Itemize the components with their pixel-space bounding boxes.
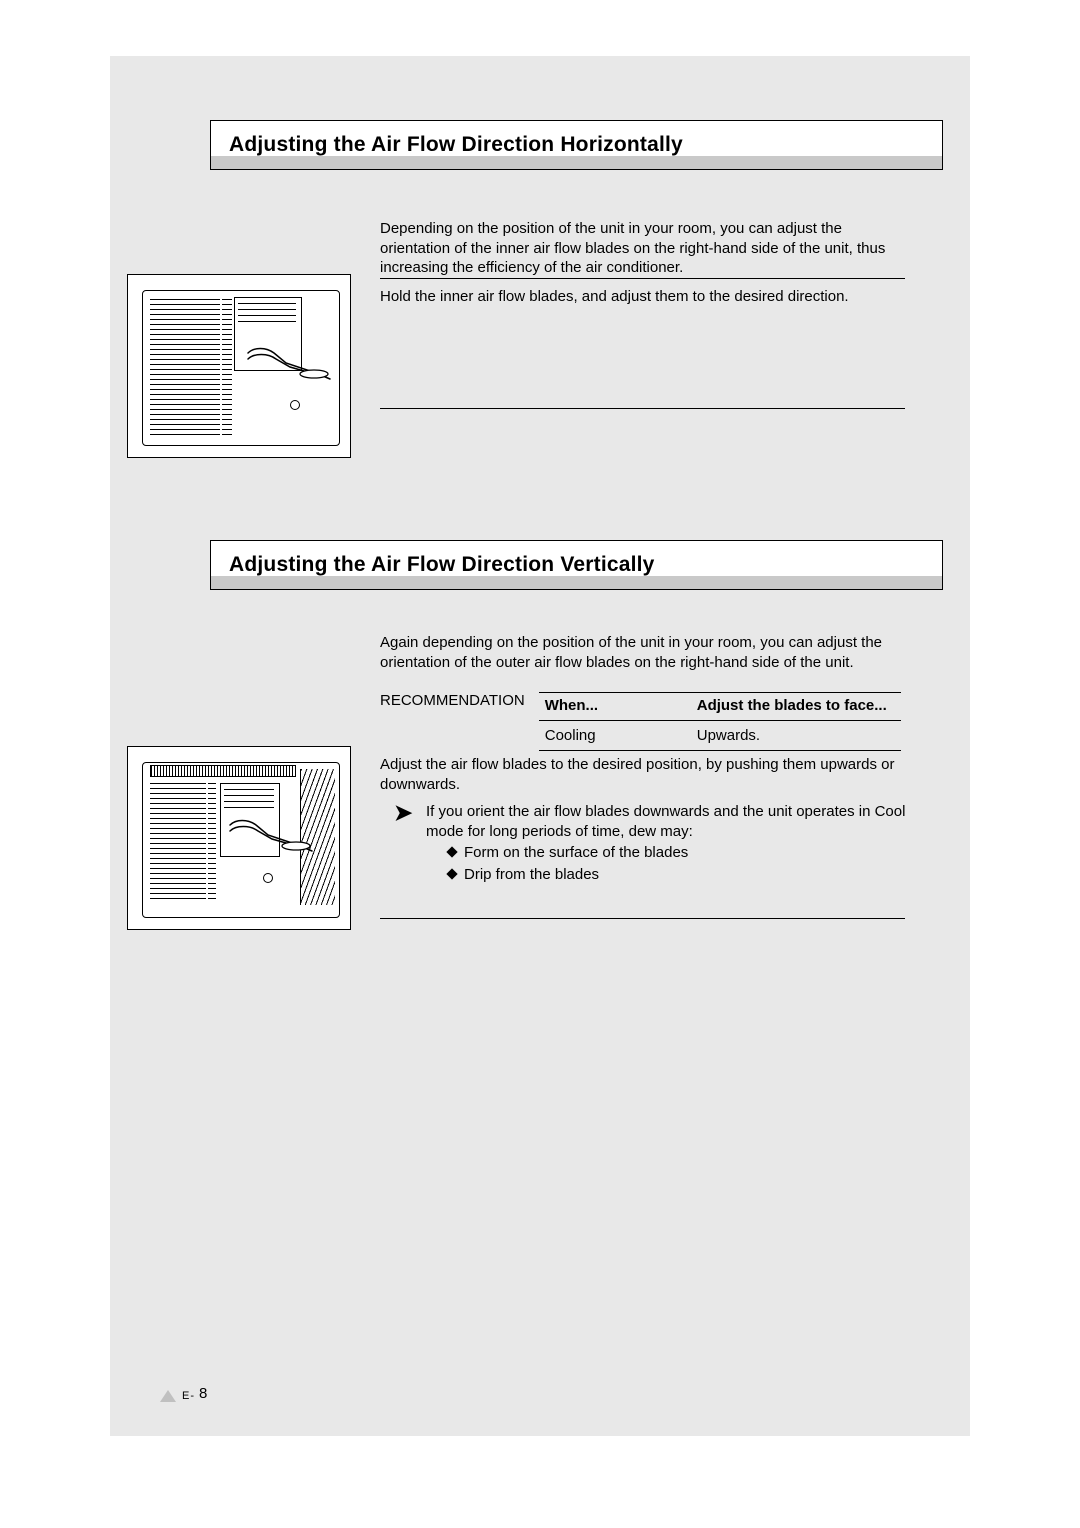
section2-note: If you orient the air flow blades downwa… <box>426 802 911 843</box>
rule <box>380 278 905 279</box>
note-arrow-icon: ➤ <box>394 800 412 826</box>
footer-triangle-icon <box>160 1390 176 1402</box>
recommendation-table: When... Adjust the blades to face... Coo… <box>539 692 901 751</box>
diamond-icon <box>446 846 457 857</box>
figure-horizontal-adjust <box>127 274 351 458</box>
section1-header: Adjusting the Air Flow Direction Horizon… <box>210 120 943 170</box>
col-when: When... <box>539 693 691 721</box>
hand-adjust-icon <box>228 817 314 853</box>
figure-vertical-adjust <box>127 746 351 930</box>
manual-page: Adjusting the Air Flow Direction Horizon… <box>110 56 970 1436</box>
section2-bullets: Form on the surface of the blades Drip f… <box>448 842 688 886</box>
page-prefix: E- <box>182 1390 195 1402</box>
table-row: Cooling Upwards. <box>539 721 901 751</box>
hand-adjust-icon <box>246 345 332 381</box>
header-strip <box>211 576 942 589</box>
header-strip <box>211 156 942 169</box>
recommendation-label: RECOMMENDATION <box>380 692 525 709</box>
cell-when: Cooling <box>539 721 691 751</box>
cell-adjust: Upwards. <box>691 721 901 751</box>
diamond-icon <box>446 868 457 879</box>
bullet-text: Drip from the blades <box>464 866 599 883</box>
section2-title: Adjusting the Air Flow Direction Vertica… <box>229 553 655 576</box>
col-adjust: Adjust the blades to face... <box>691 693 901 721</box>
content-area: Adjusting the Air Flow Direction Horizon… <box>110 56 970 1436</box>
bullet-text: Form on the surface of the blades <box>464 844 688 861</box>
recommendation-block: RECOMMENDATION When... Adjust the blades… <box>380 692 905 751</box>
bullet-item: Drip from the blades <box>448 864 688 886</box>
table-header-row: When... Adjust the blades to face... <box>539 693 901 721</box>
section1-intro: Depending on the position of the unit in… <box>380 219 905 278</box>
rule <box>380 918 905 919</box>
section2-header: Adjusting the Air Flow Direction Vertica… <box>210 540 943 590</box>
section2-step: Adjust the air flow blades to the desire… <box>380 755 905 796</box>
section1-step: Hold the inner air flow blades, and adju… <box>380 287 905 307</box>
page-number: 8 <box>199 1385 207 1402</box>
rule <box>380 408 905 409</box>
section1-title: Adjusting the Air Flow Direction Horizon… <box>229 133 683 156</box>
bullet-item: Form on the surface of the blades <box>448 842 688 864</box>
section2-intro: Again depending on the position of the u… <box>380 633 905 672</box>
